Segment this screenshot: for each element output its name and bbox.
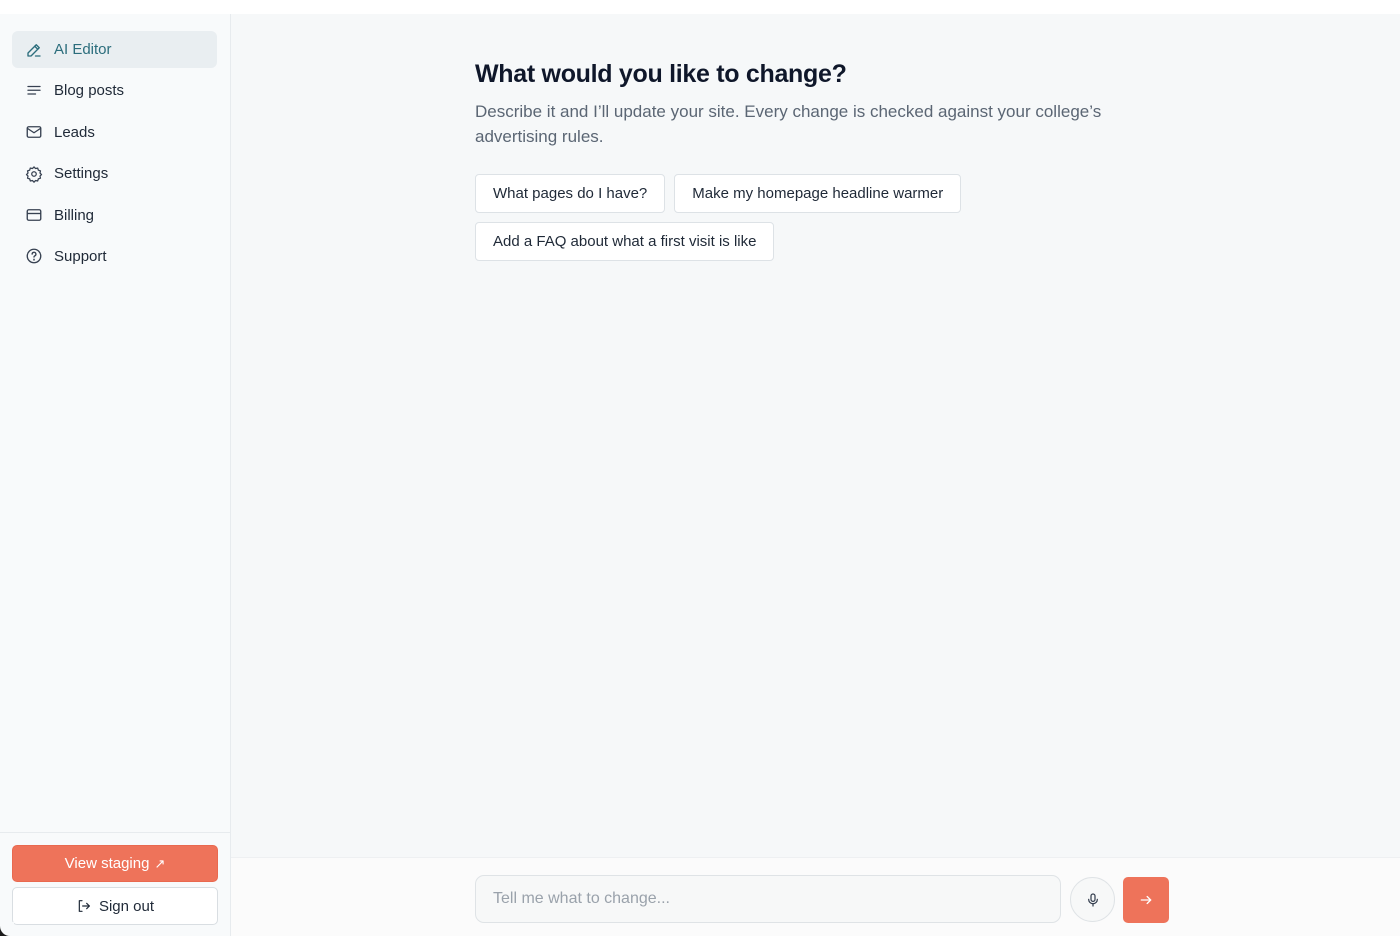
sidebar-item-blog-posts[interactable]: Blog posts (12, 72, 217, 109)
editor-intro: What would you like to change? Describe … (475, 60, 1155, 261)
sidebar-item-label: Support (54, 247, 107, 265)
window-corner (0, 922, 14, 936)
credit-card-icon (25, 206, 43, 224)
sidebar-item-support[interactable]: Support (12, 238, 217, 275)
help-circle-icon (25, 247, 43, 265)
top-strip (0, 0, 1400, 14)
page-subtitle: Describe it and I’ll update your site. E… (475, 102, 1102, 146)
sidebar-item-ai-editor[interactable]: AI Editor (12, 31, 217, 68)
suggestion-list: What pages do I have? Make my homepage h… (475, 174, 995, 261)
sign-out-button[interactable]: Sign out (12, 887, 218, 925)
sidebar-item-billing[interactable]: Billing (12, 197, 217, 234)
message-input[interactable] (475, 875, 1061, 923)
view-staging-label: View staging (64, 855, 150, 872)
view-staging-button[interactable]: View staging ↗ (12, 845, 218, 882)
sidebar-item-label: Leads (54, 123, 95, 141)
main-panel: What would you like to change? Describe … (231, 14, 1400, 857)
external-link-icon: ↗ (154, 855, 166, 871)
suggestion-chip[interactable]: Add a FAQ about what a first visit is li… (475, 222, 775, 261)
suggestion-chip[interactable]: What pages do I have? (475, 174, 666, 213)
sidebar-nav: AI Editor Blog posts Leads Settings Bill… (0, 14, 230, 275)
arrow-right-icon (1139, 893, 1153, 907)
lines-icon (25, 82, 43, 100)
gear-icon (25, 165, 43, 183)
sidebar-footer: View staging ↗ Sign out (0, 832, 230, 936)
sign-out-label: Sign out (98, 897, 155, 915)
suggestion-chip[interactable]: Make my homepage headline warmer (674, 174, 962, 213)
sidebar-item-label: AI Editor (54, 41, 112, 58)
page-title: What would you like to change? (475, 60, 847, 88)
sidebar-item-label: Blog posts (54, 82, 125, 100)
microphone-icon (1085, 892, 1101, 908)
sign-out-icon (76, 898, 99, 914)
bottom-strip (0, 936, 1400, 950)
send-button[interactable] (1123, 877, 1169, 923)
sidebar-item-label: Billing (54, 206, 95, 224)
microphone-button[interactable] (1070, 877, 1115, 922)
sidebar-item-leads[interactable]: Leads (12, 114, 217, 151)
sidebar-item-settings[interactable]: Settings (12, 155, 217, 192)
sidebar-item-label: Settings (54, 165, 109, 183)
sidebar: AI Editor Blog posts Leads Settings Bill… (0, 14, 231, 936)
pencil-icon (25, 41, 43, 59)
mail-icon (25, 123, 43, 141)
composer-bar (231, 857, 1400, 936)
